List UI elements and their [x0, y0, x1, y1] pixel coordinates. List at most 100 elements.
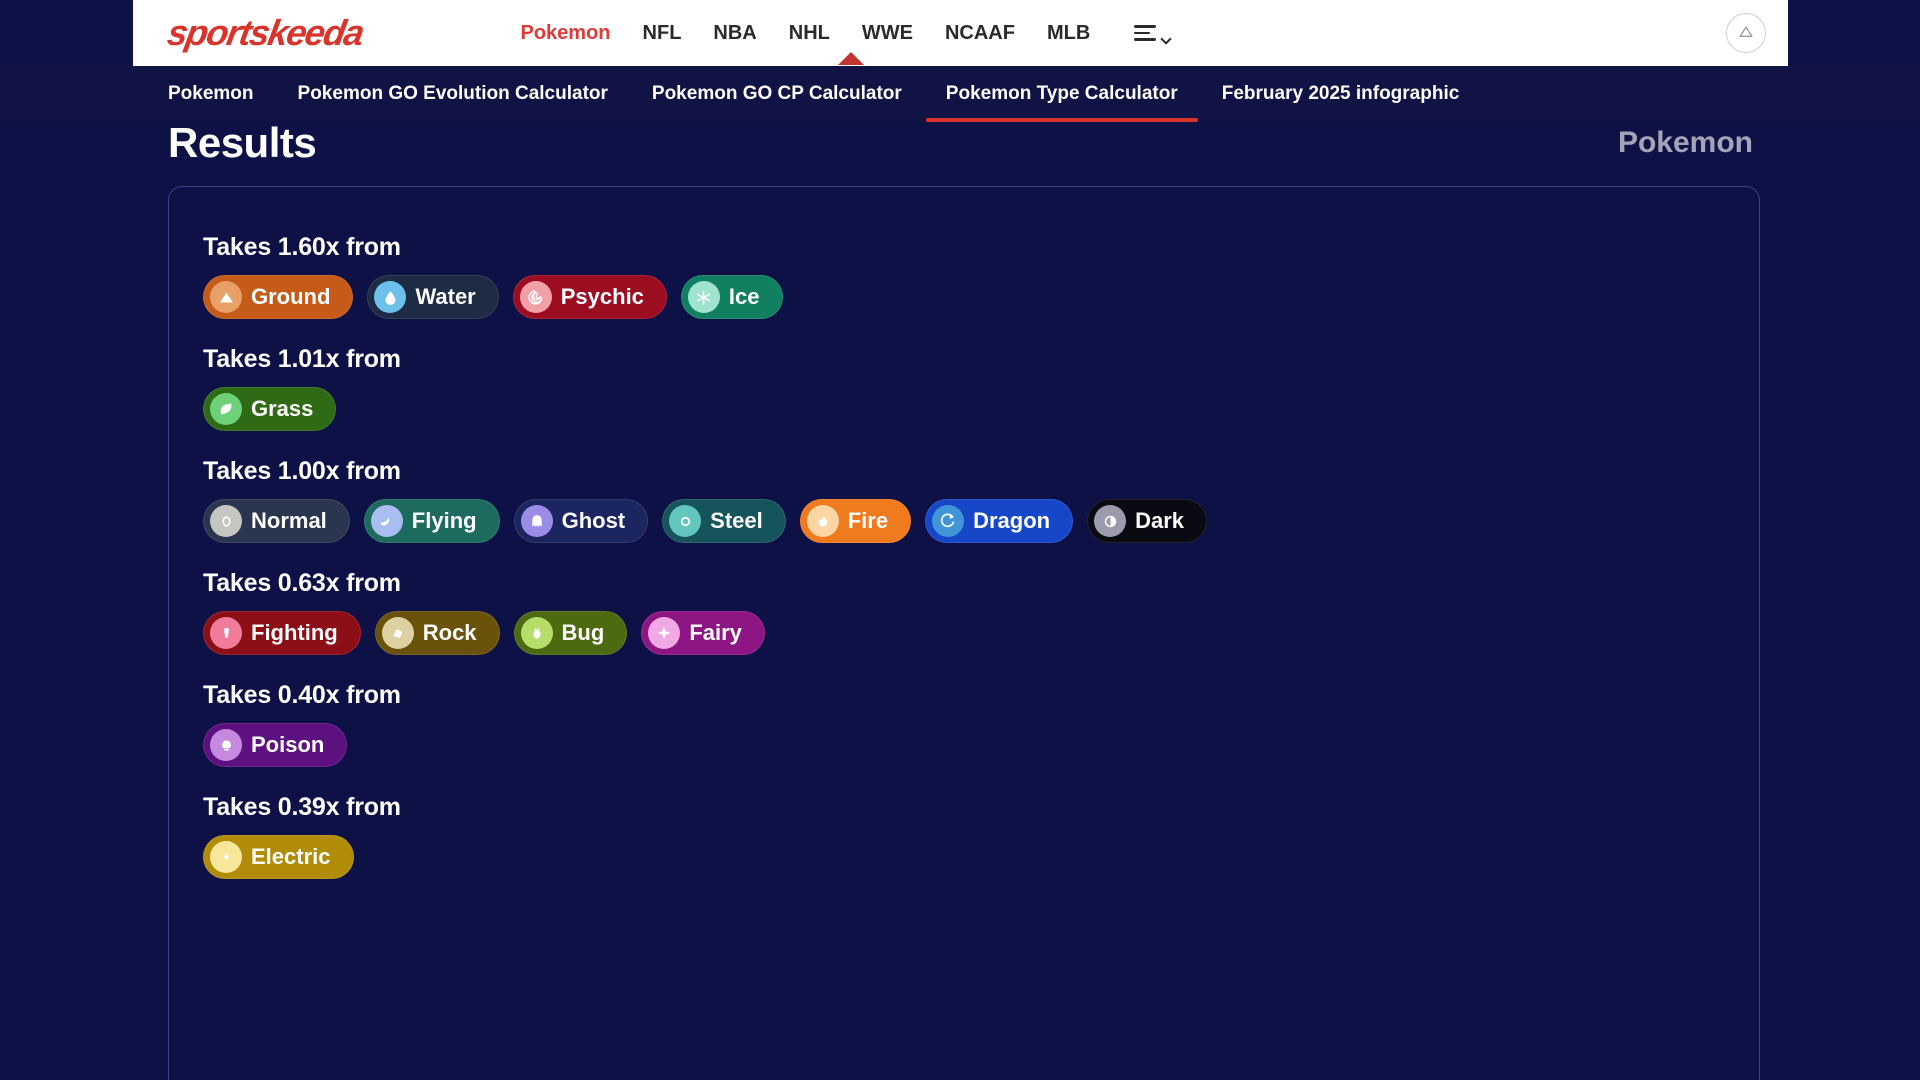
type-chip-label: Water [415, 284, 476, 309]
type-chip-normal[interactable]: Normal [203, 499, 350, 543]
nav-item-nba[interactable]: NBA [697, 22, 772, 45]
subnav-item-february-2025-infographic[interactable]: February 2025 infographic [1200, 66, 1482, 122]
water-icon [374, 281, 407, 313]
type-chip-psychic[interactable]: Psychic [512, 275, 667, 319]
type-chip-label: Electric [251, 844, 331, 869]
hamburger-bar [1134, 25, 1157, 28]
effectiveness-group: Takes 0.40x from Poison [203, 681, 1759, 767]
type-chip-label: Poison [251, 732, 325, 757]
group-title: Takes 0.40x from [203, 681, 401, 709]
ground-icon [210, 281, 242, 313]
bug-icon [520, 617, 553, 649]
type-chip-fire[interactable]: Fire [799, 499, 912, 543]
ghost-icon [520, 505, 553, 537]
chevron-down-icon [1160, 33, 1172, 45]
type-chip-row: Grass [203, 387, 1759, 431]
sportskeeda-logo[interactable]: sportskeeda [164, 12, 366, 54]
active-nav-caret [838, 52, 864, 65]
psychic-icon [519, 281, 552, 313]
type-chip-row: Fighting Rock Bug Fairy [203, 611, 1759, 655]
flying-icon [370, 505, 403, 537]
type-chip-label: Fire [847, 508, 889, 533]
type-chip-label: Flying [411, 508, 477, 533]
type-chip-ground[interactable]: Ground [203, 275, 354, 319]
steel-icon [669, 505, 702, 537]
type-chip-steel[interactable]: Steel [662, 499, 786, 543]
avatar-glyph [1739, 26, 1753, 37]
type-chip-water[interactable]: Water [367, 275, 499, 319]
type-chip-row: Normal Flying Ghost Steel Fire Dragon Dark [203, 499, 1759, 543]
nav-item-pokemon[interactable]: Pokemon [505, 22, 627, 45]
type-chip-electric[interactable]: Electric [203, 835, 354, 879]
type-chip-row: Ground Water Psychic Ice [203, 275, 1759, 319]
type-chip-label: Ice [728, 284, 760, 309]
main-content: Results Pokemon Takes 1.60x from Ground Wa… [133, 66, 1788, 1080]
ice-icon [687, 281, 720, 313]
group-title: Takes 1.00x from [203, 457, 401, 485]
type-chip-bug[interactable]: Bug [513, 611, 628, 655]
type-chip-label: Ground [251, 284, 331, 309]
type-chip-label: Fairy [689, 620, 742, 645]
type-chip-label: Dragon [973, 508, 1051, 533]
subnav-item-pokemon-go-evolution-calculator[interactable]: Pokemon GO Evolution Calculator [276, 66, 630, 122]
dragon-icon [932, 505, 965, 537]
fire-icon [806, 505, 839, 537]
site-header: sportskeeda Pokemon NFL NBA NHL WWE NCAAF MLB [133, 0, 1788, 66]
user-avatar-icon[interactable] [1726, 13, 1766, 53]
type-chip-rock[interactable]: Rock [374, 611, 500, 655]
poison-icon [210, 729, 242, 761]
type-chip-label: Grass [251, 396, 314, 421]
rock-icon [381, 617, 414, 649]
type-chip-label: Ghost [561, 508, 626, 533]
group-title: Takes 1.60x from [203, 233, 401, 261]
fighting-icon [210, 617, 242, 649]
page-root: sportskeeda Pokemon NFL NBA NHL WWE NCAAF MLB … [0, 0, 1920, 1080]
nav-item-wwe[interactable]: WWE [846, 22, 929, 45]
main-navigation: Pokemon NFL NBA NHL WWE NCAAF MLB [505, 22, 1107, 45]
hamburger-bar [1134, 31, 1151, 35]
type-chip-label: Normal [251, 508, 327, 533]
type-chip-label: Steel [710, 508, 763, 533]
effectiveness-group: Takes 1.60x from Ground Water Psychic Ice [203, 233, 1759, 319]
type-chip-label: Bug [561, 620, 605, 645]
type-chip-row: Electric [203, 835, 1759, 879]
hamburger-bar [1134, 38, 1157, 41]
type-chip-fairy[interactable]: Fairy [641, 611, 765, 655]
right-gutter [1787, 0, 1920, 1080]
nav-item-mlb[interactable]: MLB [1031, 22, 1106, 45]
type-chip-ice[interactable]: Ice [680, 275, 783, 319]
type-chip-dark[interactable]: Dark [1087, 499, 1208, 543]
type-chip-label: Rock [422, 620, 477, 645]
left-gutter [0, 0, 133, 1080]
sub-navigation: Pokemon Pokemon GO Evolution Calculator Po… [0, 66, 1920, 122]
results-panel: Takes 1.60x from Ground Water Psychic Ice Tak… [168, 186, 1760, 1080]
more-menu-icon[interactable] [1134, 25, 1172, 45]
subnav-item-pokemon[interactable]: Pokemon [168, 66, 276, 122]
type-chip-ghost[interactable]: Ghost [513, 499, 649, 543]
grass-icon [210, 393, 242, 425]
group-title: Takes 0.39x from [203, 793, 401, 821]
group-title: Takes 0.63x from [203, 569, 401, 597]
type-chip-grass[interactable]: Grass [203, 387, 337, 431]
results-side-label: Pokemon [1617, 126, 1753, 159]
page-title: Results [168, 119, 317, 166]
type-chip-dragon[interactable]: Dragon [925, 499, 1074, 543]
type-chip-row: Poison [203, 723, 1759, 767]
type-chip-flying[interactable]: Flying [363, 499, 500, 543]
effectiveness-group: Takes 1.00x from Normal Flying Ghost Steel Fi… [203, 457, 1759, 543]
subnav-item-pokemon-go-cp-calculator[interactable]: Pokemon GO CP Calculator [630, 66, 924, 122]
nav-item-nfl[interactable]: NFL [627, 22, 698, 45]
nav-item-nhl[interactable]: NHL [773, 22, 846, 45]
effectiveness-group: Takes 0.63x from Fighting Rock Bug Fairy [203, 569, 1759, 655]
type-chip-label: Psychic [560, 284, 644, 309]
effectiveness-group: Takes 0.39x from Electric [203, 793, 1759, 879]
fairy-icon [648, 617, 681, 649]
type-chip-label: Dark [1135, 508, 1185, 533]
normal-icon [210, 505, 242, 537]
effectiveness-group: Takes 1.01x from Grass [203, 345, 1759, 431]
type-chip-fighting[interactable]: Fighting [203, 611, 361, 655]
nav-item-ncaaf[interactable]: NCAAF [929, 22, 1031, 45]
subnav-item-pokemon-type-calculator[interactable]: Pokemon Type Calculator [924, 66, 1200, 122]
electric-icon [210, 841, 242, 873]
type-chip-poison[interactable]: Poison [203, 723, 348, 767]
